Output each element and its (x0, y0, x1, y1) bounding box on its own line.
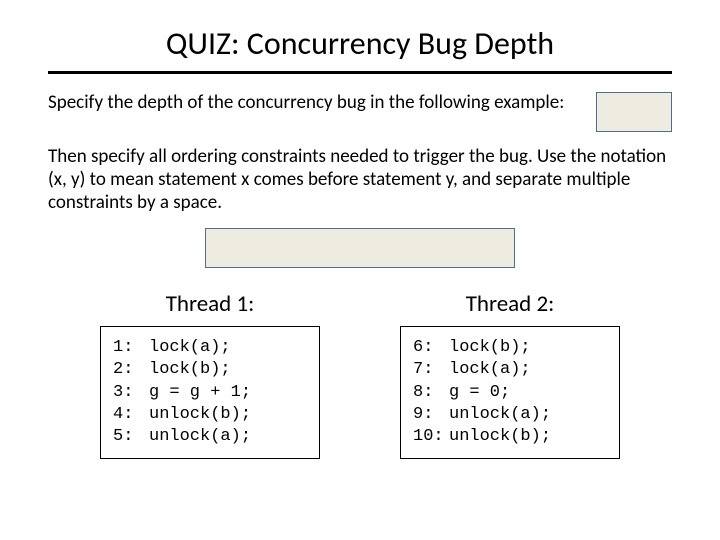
depth-input[interactable] (596, 92, 672, 132)
thread-2: Thread 2: 6:lock(b); 7:lock(a); 8:g = 0;… (400, 290, 620, 458)
line-num: 6: (413, 337, 449, 359)
line-code: lock(b); (449, 338, 531, 357)
constraints-prompt: Then specify all ordering constraints ne… (48, 146, 672, 214)
line-code: g = g + 1; (149, 383, 251, 402)
depth-prompt: Specify the depth of the concurrency bug… (48, 92, 578, 115)
line-num: 1: (113, 337, 149, 359)
line-num: 10: (413, 426, 449, 448)
line-code: g = 0; (449, 383, 510, 402)
thread-1-title: Thread 1: (100, 290, 320, 318)
slide-title: QUIZ: Concurrency Bug Depth (48, 24, 672, 63)
line-code: lock(a); (449, 360, 531, 379)
line-num: 9: (413, 404, 449, 426)
line-num: 4: (113, 404, 149, 426)
constraints-input-wrap (48, 228, 672, 268)
line-num: 3: (113, 382, 149, 404)
line-num: 7: (413, 359, 449, 381)
line-code: unlock(a); (149, 427, 251, 446)
line-code: unlock(b); (149, 405, 251, 424)
thread-1-code: 1:lock(a); 2:lock(b); 3:g = g + 1; 4:unl… (100, 326, 320, 458)
line-num: 8: (413, 382, 449, 404)
thread-1: Thread 1: 1:lock(a); 2:lock(b); 3:g = g … (100, 290, 320, 458)
line-code: unlock(b); (449, 427, 551, 446)
thread-2-code: 6:lock(b); 7:lock(a); 8:g = 0; 9:unlock(… (400, 326, 620, 458)
line-code: lock(a); (149, 338, 231, 357)
constraints-input[interactable] (205, 228, 515, 268)
threads-row: Thread 1: 1:lock(a); 2:lock(b); 3:g = g … (48, 290, 672, 458)
line-num: 5: (113, 426, 149, 448)
depth-prompt-row: Specify the depth of the concurrency bug… (48, 92, 672, 132)
line-code: lock(b); (149, 360, 231, 379)
line-num: 2: (113, 359, 149, 381)
line-code: unlock(a); (449, 405, 551, 424)
thread-2-title: Thread 2: (400, 290, 620, 318)
title-rule (48, 71, 672, 74)
